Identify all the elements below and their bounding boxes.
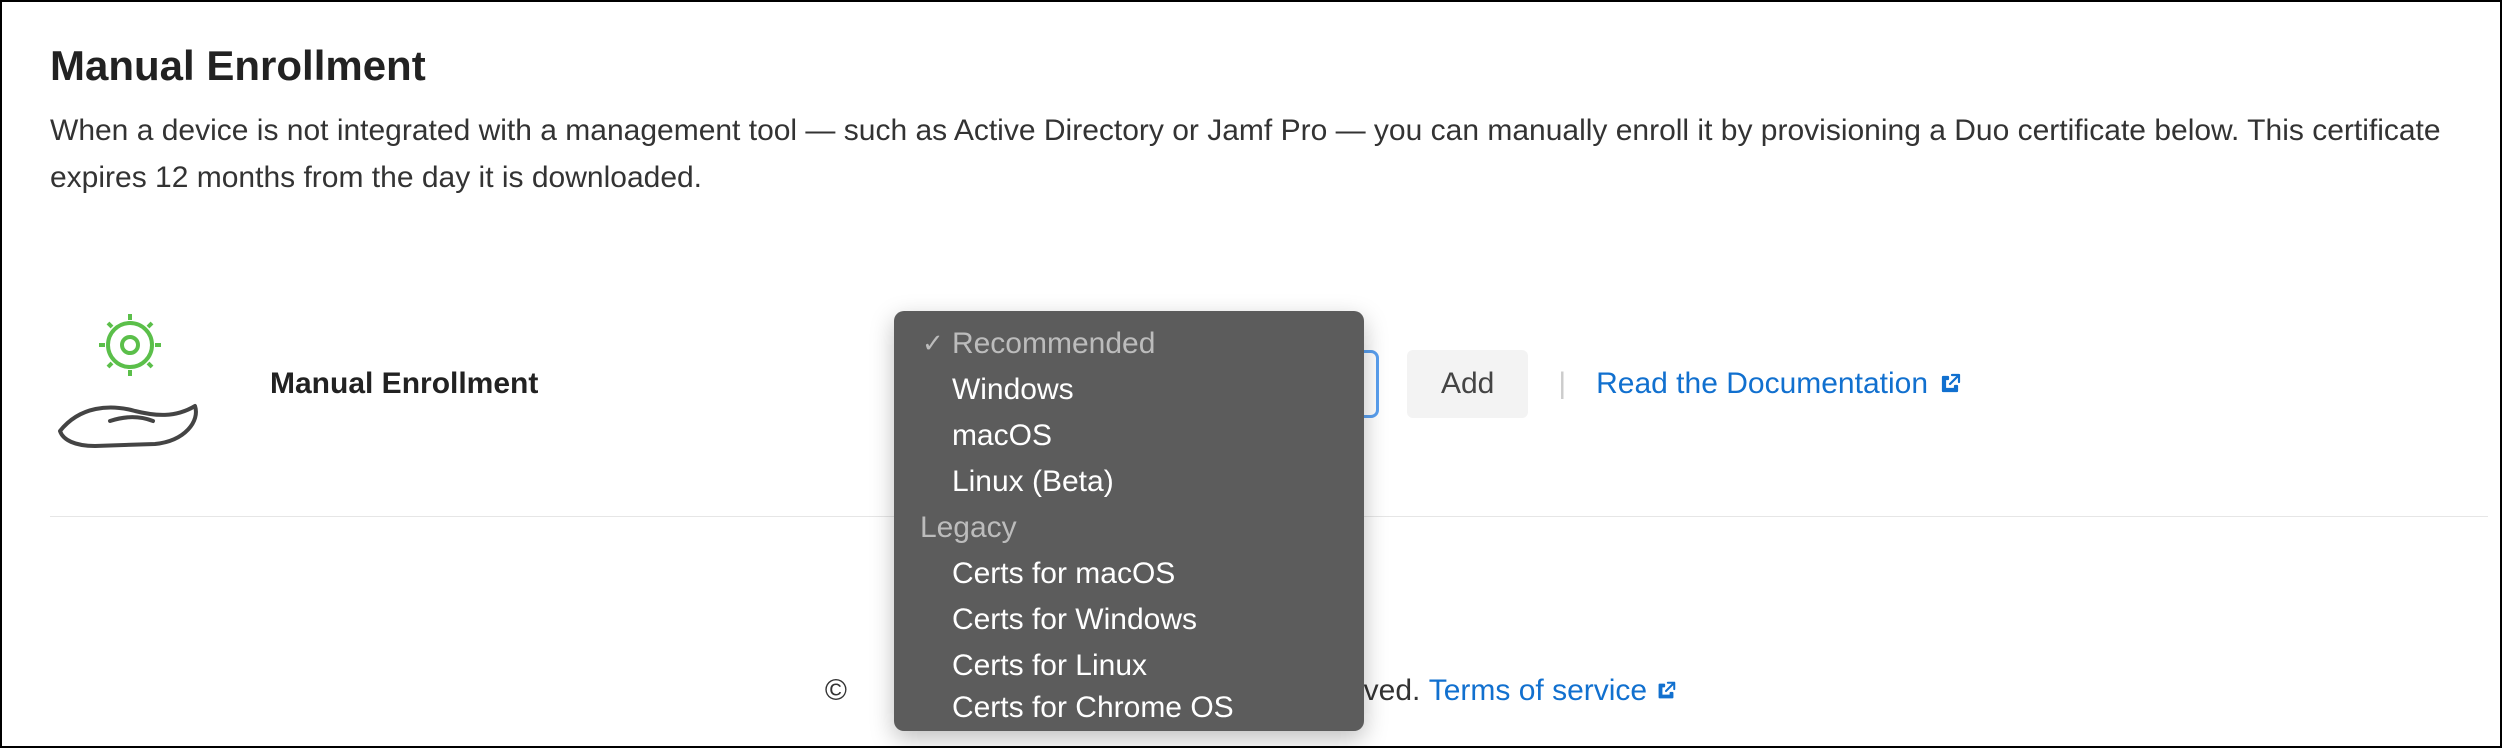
dropdown-group-label: Legacy xyxy=(920,511,1017,545)
dropdown-option-certs-chromeos[interactable]: Certs for Chrome OS xyxy=(894,689,1364,725)
dropdown-option-certs-macos[interactable]: Certs for macOS xyxy=(894,551,1364,597)
platform-dropdown: ✓ Recommended Windows macOS Linux (Beta)… xyxy=(894,311,1364,731)
dropdown-option-certs-linux[interactable]: Certs for Linux xyxy=(894,643,1364,689)
documentation-link[interactable]: Read the Documentation xyxy=(1596,367,1962,401)
page-title: Manual Enrollment xyxy=(50,42,2452,90)
manual-enrollment-row: Manual Enrollment ✓ Recommended Windows … xyxy=(50,311,2452,516)
external-link-icon xyxy=(1938,372,1962,396)
terms-of-service-link[interactable]: Terms of service xyxy=(1429,674,1677,708)
check-icon: ✓ xyxy=(920,328,946,359)
dropdown-option-linux[interactable]: Linux (Beta) xyxy=(894,459,1364,505)
dropdown-group-legacy: Legacy xyxy=(894,505,1364,551)
documentation-link-label: Read the Documentation xyxy=(1596,367,1928,401)
dropdown-option-windows[interactable]: Windows xyxy=(894,367,1364,413)
page-description: When a device is not integrated with a m… xyxy=(50,108,2452,201)
separator: | xyxy=(1558,367,1566,401)
gear-hand-icon xyxy=(50,311,210,456)
enrollment-label: Manual Enrollment xyxy=(270,367,538,401)
copyright-symbol: © xyxy=(825,674,847,707)
tos-label: Terms of service xyxy=(1429,674,1647,708)
dropdown-option-macos[interactable]: macOS xyxy=(894,413,1364,459)
add-button[interactable]: Add xyxy=(1407,350,1528,418)
dropdown-option-certs-windows[interactable]: Certs for Windows xyxy=(894,597,1364,643)
dropdown-group-recommended: ✓ Recommended xyxy=(894,321,1364,367)
dropdown-group-label: Recommended xyxy=(952,327,1155,361)
external-link-icon xyxy=(1655,680,1677,702)
